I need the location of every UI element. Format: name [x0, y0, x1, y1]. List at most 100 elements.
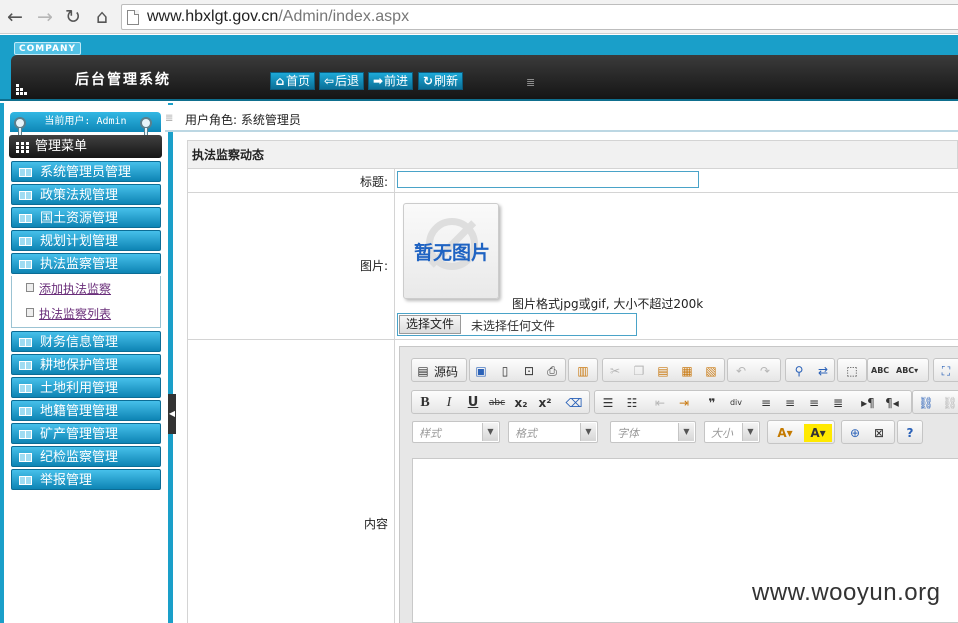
font-select[interactable]: 字体 ▼ — [610, 421, 696, 443]
text-color-icon[interactable]: A▾ — [771, 424, 799, 442]
replace-icon[interactable]: ⇄ — [814, 362, 832, 380]
numbered-list-icon[interactable]: ☰ — [599, 394, 617, 412]
sidebar-item-planning[interactable]: 规划计划管理 — [11, 230, 161, 251]
submenu-add-enforcement[interactable]: 添加执法监察 — [39, 280, 111, 297]
cut-icon[interactable]: ✂ — [606, 362, 624, 380]
current-user-label: 当前用户: Admin — [10, 112, 161, 132]
nav-forward-button[interactable]: ➡前进 — [368, 72, 414, 90]
nav-home-label: 首页 — [286, 74, 311, 88]
sidebar-item-farmland[interactable]: 耕地保护管理 — [11, 354, 161, 375]
redo-icon[interactable]: ↷ — [756, 362, 774, 380]
bulleted-list-icon[interactable]: ☷ — [623, 394, 641, 412]
unlink-icon[interactable]: ⛓ — [941, 394, 958, 412]
blockquote-icon[interactable]: ❞ — [703, 394, 721, 412]
title-input[interactable] — [397, 171, 699, 188]
help-icon[interactable]: ? — [901, 424, 919, 442]
role-bar: ≣ 用户角色: 系统管理员 — [165, 105, 958, 132]
format-select[interactable]: 格式 ▼ — [508, 421, 598, 443]
sidebar-item-report[interactable]: 举报管理 — [11, 469, 161, 490]
sidebar-item-mineral[interactable]: 矿产管理管理 — [11, 423, 161, 444]
source-button-label[interactable]: 源码 — [434, 363, 458, 380]
strike-icon[interactable]: abc — [488, 394, 506, 412]
forward-icon[interactable]: → — [33, 5, 57, 29]
link-icon[interactable]: ⛓ — [917, 394, 935, 412]
form-icon[interactable]: ⛶ — [937, 362, 955, 380]
align-justify-icon[interactable]: ≣ — [829, 394, 847, 412]
nav-home-button[interactable]: ⌂ 首页 — [270, 72, 316, 90]
sidebar-item-label: 系统管理员管理 — [40, 165, 132, 180]
book-icon — [19, 214, 32, 223]
toolbar-group-spell: ABC ABC▾ — [867, 358, 929, 382]
address-bar[interactable]: www.hbxlgt.gov.cn/Admin/index.aspx — [121, 4, 958, 30]
book-icon — [19, 191, 32, 200]
find-icon[interactable]: ⚲ — [790, 362, 808, 380]
back-icon[interactable]: ← — [3, 5, 27, 29]
sidebar-item-policy[interactable]: 政策法规管理 — [11, 184, 161, 205]
nav-refresh-button[interactable]: ↻刷新 — [418, 72, 464, 90]
indent-icon[interactable]: ⇥ — [675, 394, 693, 412]
align-right-icon[interactable]: ≡ — [805, 394, 823, 412]
rtl-icon[interactable]: ¶◂ — [883, 394, 901, 412]
paste-word-icon[interactable]: ▧ — [702, 362, 720, 380]
paste-icon[interactable]: ▤ — [654, 362, 672, 380]
sidebar-item-admin[interactable]: 系统管理员管理 — [11, 161, 161, 182]
sidebar-item-label: 矿产管理管理 — [40, 427, 119, 442]
outdent-icon[interactable]: ⇤ — [651, 394, 669, 412]
remove-format-icon[interactable]: ⌫ — [565, 394, 583, 412]
no-image-placeholder: 暂无图片 — [403, 203, 499, 299]
nav-back-button[interactable]: ⇦后退 — [319, 72, 365, 90]
sidebar-item-label: 地籍管理管理 — [40, 404, 119, 419]
underline-icon[interactable]: U — [464, 394, 482, 412]
div-icon[interactable]: div — [727, 394, 745, 412]
background-color-icon[interactable]: A▾ — [804, 424, 832, 442]
size-select[interactable]: 大小 ▼ — [704, 421, 760, 443]
templates-icon[interactable]: ▥ — [574, 362, 592, 380]
sidebar-item-label: 执法监察管理 — [40, 257, 119, 272]
undo-icon[interactable]: ↶ — [732, 362, 750, 380]
align-left-icon[interactable]: ≡ — [757, 394, 775, 412]
copy-icon[interactable]: ❐ — [630, 362, 648, 380]
file-input[interactable]: 选择文件 未选择任何文件 — [397, 313, 637, 336]
submenu-enforcement-list[interactable]: 执法监察列表 — [39, 305, 111, 322]
toolbar-group-colors: A▾ A▾ — [767, 420, 835, 444]
toolbar-group-about: ? — [897, 420, 923, 444]
align-center-icon[interactable]: ≡ — [781, 394, 799, 412]
image-label: 图片: — [359, 259, 388, 273]
sidebar-item-cadastral[interactable]: 地籍管理管理 — [11, 400, 161, 421]
toolbar-group-undo: ↶ ↷ — [727, 358, 781, 382]
choose-file-button[interactable]: 选择文件 — [399, 315, 462, 334]
print-icon[interactable]: ⎙ — [543, 362, 561, 380]
sidebar-item-discipline[interactable]: 纪检监察管理 — [11, 446, 161, 467]
sidebar-item-land-use[interactable]: 土地利用管理 — [11, 377, 161, 398]
chevron-down-icon: ▼ — [482, 423, 498, 441]
sidebar-item-enforcement[interactable]: 执法监察管理 — [11, 253, 161, 274]
toolbar-group-templates: ▥ — [568, 358, 598, 382]
superscript-icon[interactable]: x² — [536, 394, 554, 412]
ltr-icon[interactable]: ▸¶ — [859, 394, 877, 412]
show-blocks-icon[interactable]: ⊠ — [870, 424, 888, 442]
grip-icon: ≣ — [526, 76, 536, 89]
subscript-icon[interactable]: x₂ — [512, 394, 530, 412]
collapse-sidebar-icon[interactable]: ◀ — [168, 394, 176, 434]
home-icon[interactable]: ⌂ — [90, 5, 114, 29]
maximize-icon[interactable]: ⊕ — [846, 424, 864, 442]
sidebar-item-finance[interactable]: 财务信息管理 — [11, 331, 161, 352]
book-icon — [19, 430, 32, 439]
grip-icon: ≣ — [165, 113, 174, 124]
style-select[interactable]: 样式 ▼ — [412, 421, 500, 443]
reload-icon[interactable]: ↻ — [61, 5, 85, 29]
page-icon — [127, 10, 139, 25]
bold-icon[interactable]: B — [416, 394, 434, 412]
font-select-value: 字体 — [617, 427, 639, 440]
spellcheck-icon[interactable]: ABC — [871, 362, 889, 380]
book-icon — [19, 361, 32, 370]
paste-text-icon[interactable]: ▦ — [678, 362, 696, 380]
spellcheck-menu-icon[interactable]: ABC▾ — [896, 362, 918, 380]
preview-icon[interactable]: ⊡ — [520, 362, 538, 380]
new-page-icon[interactable]: ▯ — [496, 362, 514, 380]
italic-icon[interactable]: I — [440, 394, 458, 412]
content-label: 内容 — [363, 517, 388, 531]
select-all-icon[interactable]: ⬚ — [843, 362, 861, 380]
save-icon[interactable]: ▣ — [472, 362, 490, 380]
sidebar-item-land-resources[interactable]: 国土资源管理 — [11, 207, 161, 228]
